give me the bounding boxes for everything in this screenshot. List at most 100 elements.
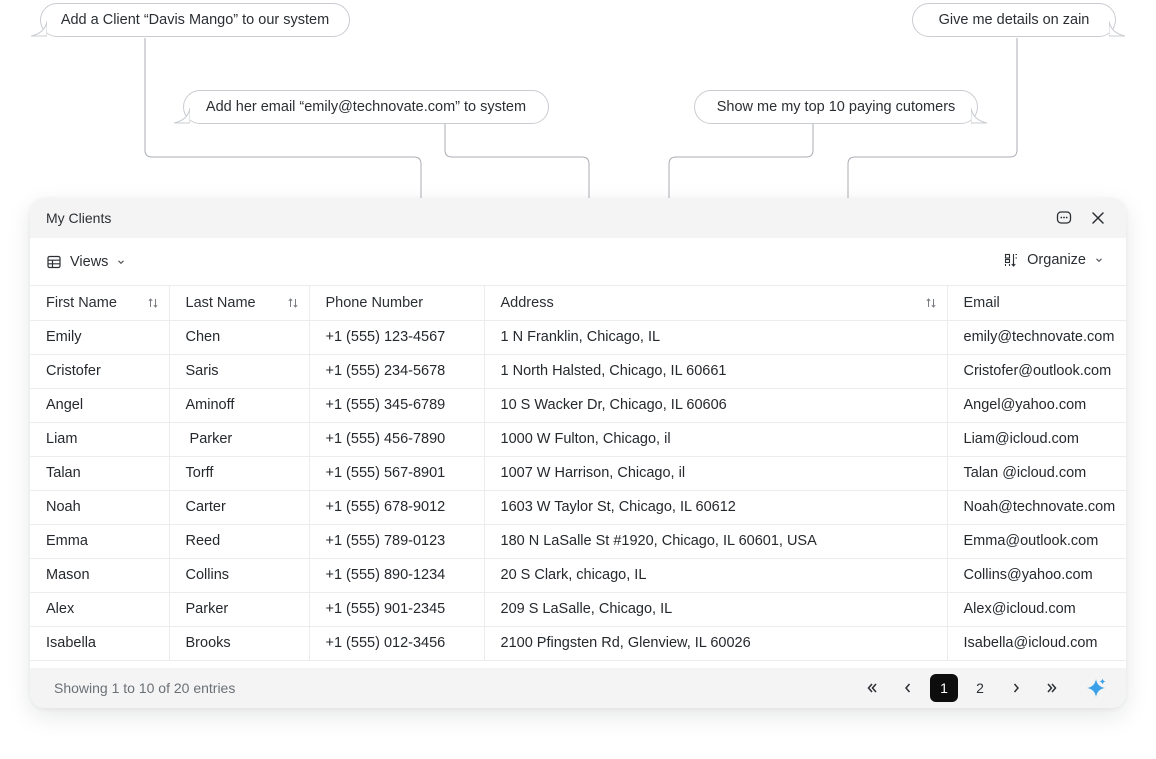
column-header-phone-number[interactable]: Phone Number (309, 286, 485, 321)
cell-first-name: Isabella (30, 626, 170, 661)
window-title: My Clients (46, 210, 112, 226)
cell-last-name: Chen (169, 320, 310, 355)
close-icon[interactable] (1088, 208, 1108, 228)
cell-email: Cristofer@outlook.com (947, 354, 1126, 389)
table-row[interactable]: Mason Collins +1 (555) 890-1234 20 S Clark,… (30, 558, 1126, 593)
table-row[interactable]: Isabella Brooks +1 (555) 012-3456 2100 Pfin… (30, 626, 1126, 661)
prompt-bubble-add-email[interactable]: Add her email “emily@technovate.com” to … (174, 90, 549, 124)
column-header-email[interactable]: Email (947, 286, 1126, 321)
page-button-1[interactable]: 1 (930, 674, 958, 702)
table-header-row: First Name Last Name Phone Number Addres… (30, 286, 1126, 321)
bubble-tail (31, 21, 47, 37)
cell-address: 209 S LaSalle, Chicago, IL (484, 592, 948, 627)
cell-email: Talan @icloud.com (947, 456, 1126, 491)
cell-first-name: Cristofer (30, 354, 170, 389)
prompt-text: Show me my top 10 paying cutomers (716, 99, 956, 115)
prompt-bubble-add-client[interactable]: Add a Client “Davis Mango” to our system (31, 3, 350, 37)
cell-address: 1603 W Taylor St, Chicago, IL 60612 (484, 490, 948, 525)
cell-address: 1 North Halsted, Chicago, IL 60661 (484, 354, 948, 389)
cell-first-name: Talan (30, 456, 170, 491)
cell-first-name: Noah (30, 490, 170, 525)
cell-last-name: Torff (169, 456, 310, 491)
cell-last-name: Carter (169, 490, 310, 525)
ai-sparkle-icon[interactable] (1082, 674, 1110, 702)
table-grid-icon (47, 255, 61, 268)
prompt-text: Add her email “emily@technovate.com” to … (205, 99, 527, 115)
sort-icon[interactable] (287, 297, 299, 309)
cell-email: Liam@icloud.com (947, 422, 1126, 457)
sort-icon[interactable] (925, 297, 937, 309)
column-header-address[interactable]: Address (484, 286, 948, 321)
views-button[interactable]: Views (46, 254, 126, 270)
table-row[interactable]: Emily Chen +1 (555) 123-4567 1 N Franklin, … (30, 320, 1126, 355)
views-label: Views (70, 253, 109, 270)
cell-email: Alex@icloud.com (947, 592, 1126, 627)
cell-phone: +1 (555) 456-7890 (309, 422, 485, 457)
cell-last-name: Parker (169, 592, 310, 627)
cell-email: emily@technovate.com (947, 320, 1126, 355)
bubble-tail (174, 108, 190, 124)
cell-phone: +1 (555) 901-2345 (309, 592, 485, 627)
table-row[interactable]: Alex Parker +1 (555) 901-2345 209 S LaSalle… (30, 592, 1126, 627)
double-chevron-right-icon (1047, 683, 1057, 693)
table-toolbar: Views Organize (30, 238, 1126, 286)
cell-first-name: Alex (30, 592, 170, 627)
prompt-text: Add a Client “Davis Mango” to our system (60, 12, 330, 28)
prompt-bubble-top-customers[interactable]: Show me my top 10 paying cutomers (694, 90, 987, 124)
prev-page-button[interactable] (894, 674, 922, 702)
cell-phone: +1 (555) 234-5678 (309, 354, 485, 389)
column-header-first-name[interactable]: First Name (30, 286, 170, 321)
organize-button[interactable]: Organize (1003, 252, 1104, 268)
double-chevron-left-icon (867, 683, 877, 693)
cell-first-name: Liam (30, 422, 170, 457)
chevron-right-icon (1013, 683, 1019, 693)
chat-bubble-icon[interactable] (1054, 208, 1074, 228)
table-row[interactable]: Talan Torff +1 (555) 567-8901 1007 W Harris… (30, 456, 1126, 491)
entries-summary: Showing 1 to 10 of 20 entries (54, 680, 236, 696)
cell-email: Emma@outlook.com (947, 524, 1126, 559)
cell-first-name: Mason (30, 558, 170, 593)
last-page-button[interactable] (1038, 674, 1066, 702)
table-row[interactable]: Noah Carter +1 (555) 678-9012 1603 W Taylor… (30, 490, 1126, 525)
table-row[interactable]: Liam Parker +1 (555) 456-7890 1000 W Fulto… (30, 422, 1126, 457)
cell-first-name: Emily (30, 320, 170, 355)
cell-phone: +1 (555) 890-1234 (309, 558, 485, 593)
organize-label: Organize (1027, 252, 1086, 268)
cell-phone: +1 (555) 123-4567 (309, 320, 485, 355)
cell-last-name: Aminoff (169, 388, 310, 423)
cell-phone: +1 (555) 012-3456 (309, 626, 485, 661)
next-page-button[interactable] (1002, 674, 1030, 702)
cell-last-name: Parker (169, 422, 310, 457)
cell-address: 10 S Wacker Dr, Chicago, IL 60606 (484, 388, 948, 423)
first-page-button[interactable] (858, 674, 886, 702)
page-button-2[interactable]: 2 (966, 674, 994, 702)
prompt-bubble-details-zain[interactable]: Give me details on zain (912, 3, 1125, 37)
cell-phone: +1 (555) 678-9012 (309, 490, 485, 525)
clients-window: My Clients Views Organize First Name Las… (30, 198, 1126, 708)
sort-icon[interactable] (147, 297, 159, 309)
stage: Add a Client “Davis Mango” to our system… (0, 0, 1156, 759)
cell-email: Collins@yahoo.com (947, 558, 1126, 593)
chevron-down-icon (1096, 258, 1102, 263)
cell-phone: +1 (555) 567-8901 (309, 456, 485, 491)
cell-address: 1007 W Harrison, Chicago, il (484, 456, 948, 491)
cell-last-name: Collins (169, 558, 310, 593)
cell-last-name: Brooks (169, 626, 310, 661)
table-row[interactable]: Cristofer Saris +1 (555) 234-5678 1 North H… (30, 354, 1126, 389)
chevron-down-icon (118, 259, 125, 264)
prompt-text: Give me details on zain (938, 12, 1090, 28)
cell-address: 180 N LaSalle St #1920, Chicago, IL 6060… (484, 524, 948, 559)
cell-email: Angel@yahoo.com (947, 388, 1126, 423)
bubble-tail (1109, 21, 1125, 37)
bubble-tail (971, 108, 987, 124)
cell-email: Noah@technovate.com (947, 490, 1126, 525)
cell-address: 20 S Clark, chicago, IL (484, 558, 948, 593)
table-row[interactable]: Angel Aminoff +1 (555) 345-6789 10 S Wacker… (30, 388, 1126, 423)
cell-first-name: Angel (30, 388, 170, 423)
organize-icon (1005, 253, 1018, 267)
table-row[interactable]: Emma Reed +1 (555) 789-0123 180 N LaSalle S… (30, 524, 1126, 559)
cell-email: Isabella@icloud.com (947, 626, 1126, 661)
column-header-last-name[interactable]: Last Name (169, 286, 310, 321)
cell-address: 1 N Franklin, Chicago, IL (484, 320, 948, 355)
pagination: 1 2 (850, 674, 1110, 702)
